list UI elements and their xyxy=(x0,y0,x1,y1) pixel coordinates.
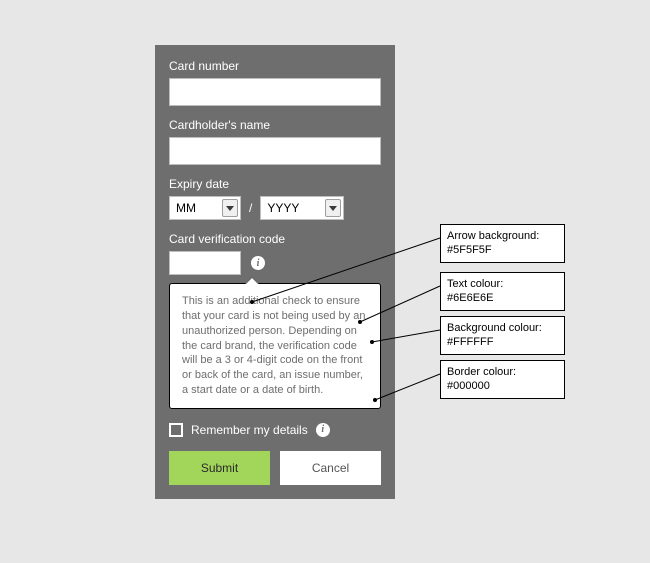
expiry-row: / xyxy=(169,196,381,220)
cardholder-name-label: Cardholder's name xyxy=(169,118,381,132)
cvv-row: i xyxy=(169,251,381,275)
annotation-label: Background colour: xyxy=(447,322,542,334)
expiry-date-label: Expiry date xyxy=(169,177,381,191)
expiry-month-select[interactable] xyxy=(169,196,241,220)
cancel-button[interactable]: Cancel xyxy=(280,451,381,485)
card-number-label: Card number xyxy=(169,59,381,73)
remember-checkbox[interactable] xyxy=(169,423,183,437)
expiry-year-select[interactable] xyxy=(260,196,344,220)
remember-label: Remember my details xyxy=(191,423,308,437)
annotation-value: #000000 xyxy=(447,380,490,392)
cardholder-name-input[interactable] xyxy=(169,137,381,165)
annotation-value: #6E6E6E xyxy=(447,292,493,304)
annotation-value: #5F5F5F xyxy=(447,244,492,256)
cvv-label: Card verification code xyxy=(169,232,381,246)
card-number-input[interactable] xyxy=(169,78,381,106)
tooltip-arrow-icon xyxy=(245,277,259,284)
annotation-bg-colour: Background colour: #FFFFFF xyxy=(440,316,565,355)
annotation-label: Border colour: xyxy=(447,366,516,378)
info-icon[interactable]: i xyxy=(251,256,265,270)
expiry-separator: / xyxy=(249,201,252,215)
cvv-tooltip-text: This is an additional check to ensure th… xyxy=(182,295,365,396)
cvv-tooltip: This is an additional check to ensure th… xyxy=(169,283,381,409)
annotation-text-colour: Text colour: #6E6E6E xyxy=(440,272,565,311)
expiry-year-wrap xyxy=(260,196,344,220)
expiry-month-wrap xyxy=(169,196,241,220)
info-icon[interactable]: i xyxy=(316,423,330,437)
payment-form-panel: Card number Cardholder's name Expiry dat… xyxy=(155,45,395,499)
cvv-input[interactable] xyxy=(169,251,241,275)
annotation-border-colour: Border colour: #000000 xyxy=(440,360,565,399)
submit-button[interactable]: Submit xyxy=(169,451,270,485)
annotation-label: Arrow background: xyxy=(447,230,539,242)
button-row: Submit Cancel xyxy=(169,451,381,485)
annotation-arrow-bg: Arrow background: #5F5F5F xyxy=(440,224,565,263)
annotation-value: #FFFFFF xyxy=(447,336,493,348)
remember-row: Remember my details i xyxy=(169,423,381,437)
annotation-label: Text colour: xyxy=(447,278,503,290)
